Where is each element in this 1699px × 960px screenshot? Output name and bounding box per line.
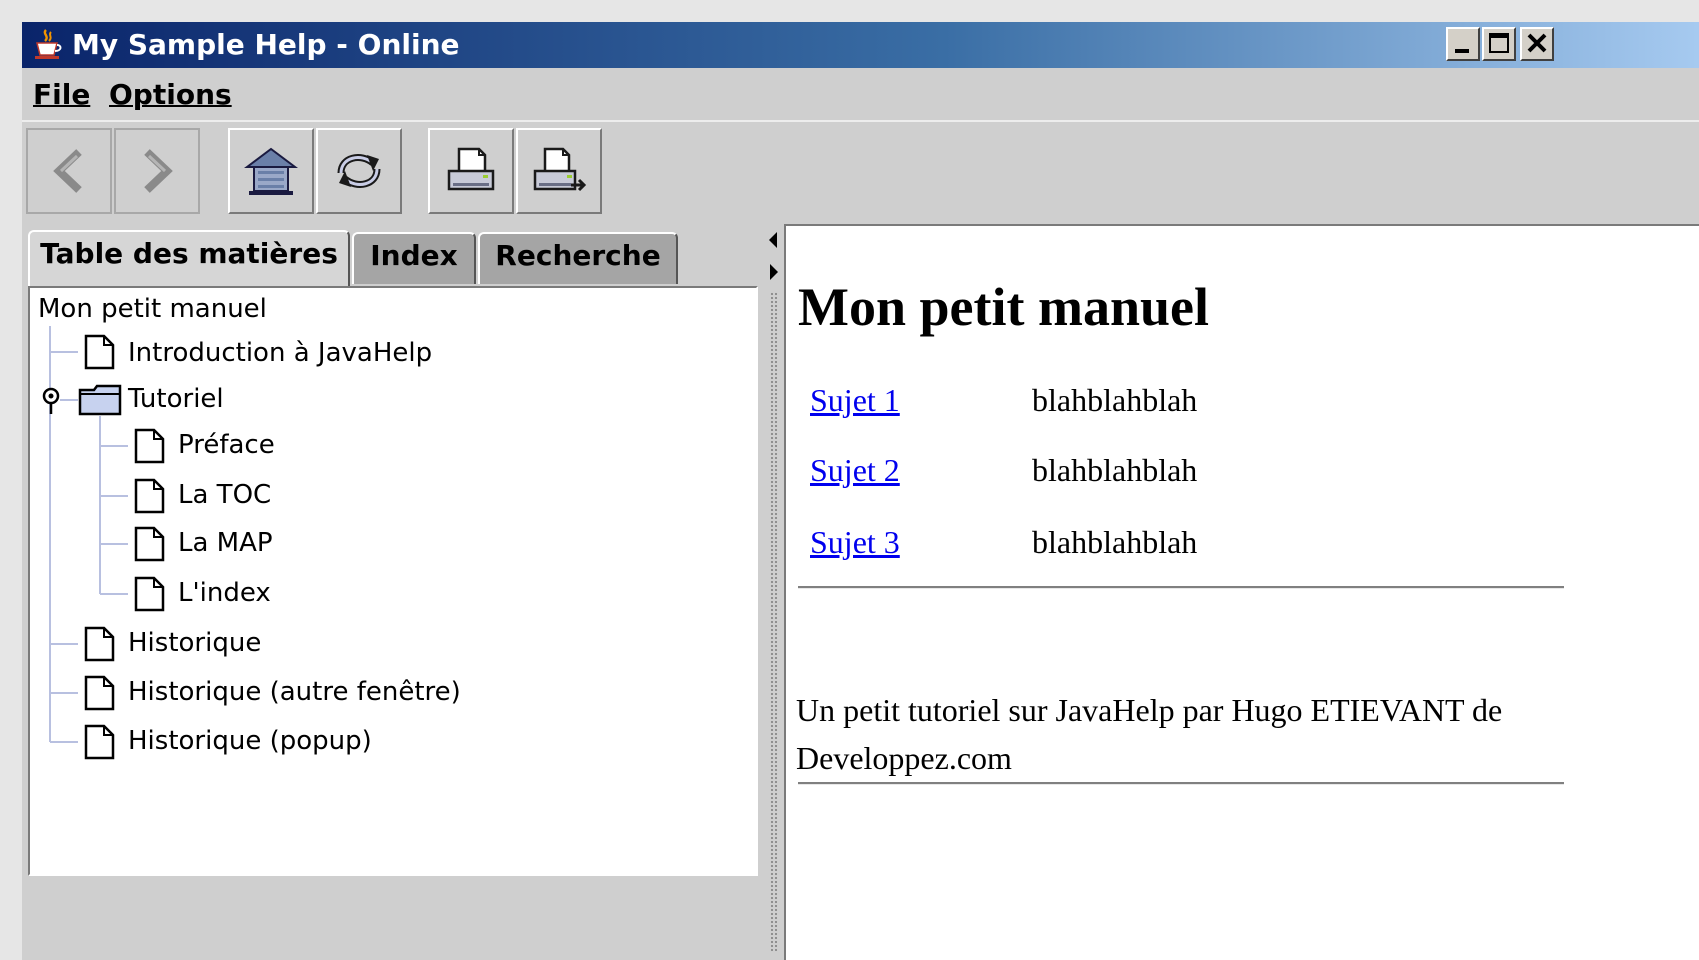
document-icon [84,675,115,711]
tree-item-introduction[interactable]: Introduction à JavaHelp [128,338,432,368]
tree-item-preface[interactable]: Préface [178,430,275,460]
split-divider[interactable] [764,222,784,960]
document-icon [84,334,115,370]
chevron-right-icon [144,149,173,193]
tree-item-historique-autre-fenetre[interactable]: Historique (autre fenêtre) [128,677,461,707]
content-heading: Mon petit manuel [798,277,1209,337]
menu-bar: File Options [22,68,1699,122]
tab-recherche[interactable]: Recherche [478,232,678,284]
menu-options[interactable]: Options [109,78,232,111]
printer-icon [447,147,495,191]
tree-item-la-toc[interactable]: La TOC [178,480,271,510]
content-pane: Mon petit manuel Sujet 1 blahblahblah Su… [784,224,1699,960]
reload-icon [337,154,381,188]
tab-index[interactable]: Index [352,232,476,284]
title-bar[interactable]: My Sample Help - Online [22,22,1699,68]
java-cup-icon [35,29,62,59]
home-icon [244,147,298,195]
printer-setup-icon [533,147,587,192]
topic-desc-3: blahblahblah [1032,524,1198,560]
window-frame-top [0,0,1699,23]
document-icon [134,428,165,464]
minimize-icon [1455,49,1469,53]
topic-link-2[interactable]: Sujet 2 [810,452,900,489]
footer-text: Un petit tutoriel sur JavaHelp par Hugo … [796,692,1503,776]
chevron-left-icon [53,149,82,193]
toolbar [22,122,1699,222]
print-button[interactable] [428,128,514,214]
home-button[interactable] [228,128,314,214]
tree-item-l-index[interactable]: L'index [178,578,271,608]
menu-file[interactable]: File [33,78,90,111]
topic-desc-2: blahblahblah [1032,452,1198,488]
minimize-button[interactable] [1446,27,1480,61]
tree-item-historique-popup[interactable]: Historique (popup) [128,726,372,756]
back-button[interactable] [26,128,112,214]
tab-table-des-matieres[interactable]: Table des matières [28,230,350,288]
topic-link-3[interactable]: Sujet 3 [810,524,900,561]
tree-item-historique[interactable]: Historique [128,628,261,658]
document-icon [134,576,165,612]
tree-item-la-map[interactable]: La MAP [178,528,273,558]
folder-open-icon [78,384,122,416]
document-icon [84,724,115,760]
splitter-grip[interactable] [770,292,778,952]
topic-desc-1: blahblahblah [1032,382,1198,418]
tree-root[interactable]: Mon petit manuel [38,294,267,324]
menu-options-label: Options [109,78,232,111]
window-title: My Sample Help - Online [72,28,460,61]
expand-handle-icon[interactable] [38,386,64,416]
document-icon [84,626,115,662]
forward-button[interactable] [114,128,200,214]
collapse-arrows-icon[interactable] [766,228,782,284]
separator-bottom [798,782,1564,785]
print-setup-button[interactable] [516,128,602,214]
separator-top [798,586,1564,589]
tree-item-tutoriel[interactable]: Tutoriel [128,384,224,414]
topic-link-1[interactable]: Sujet 1 [810,382,900,419]
maximize-icon [1489,33,1509,53]
maximize-button[interactable] [1482,27,1516,61]
close-icon [1527,33,1547,53]
help-window: My Sample Help - Online File Options Tab… [0,0,1699,960]
document-icon [134,478,165,514]
toc-tree: Mon petit manuel Introduction à JavaHelp… [28,286,758,876]
close-button[interactable] [1520,27,1554,61]
navigator-pane: Table des matières Index Recherche Mon p… [22,222,764,960]
reload-button[interactable] [316,128,402,214]
window-frame-left [0,22,24,960]
document-icon [134,526,165,562]
